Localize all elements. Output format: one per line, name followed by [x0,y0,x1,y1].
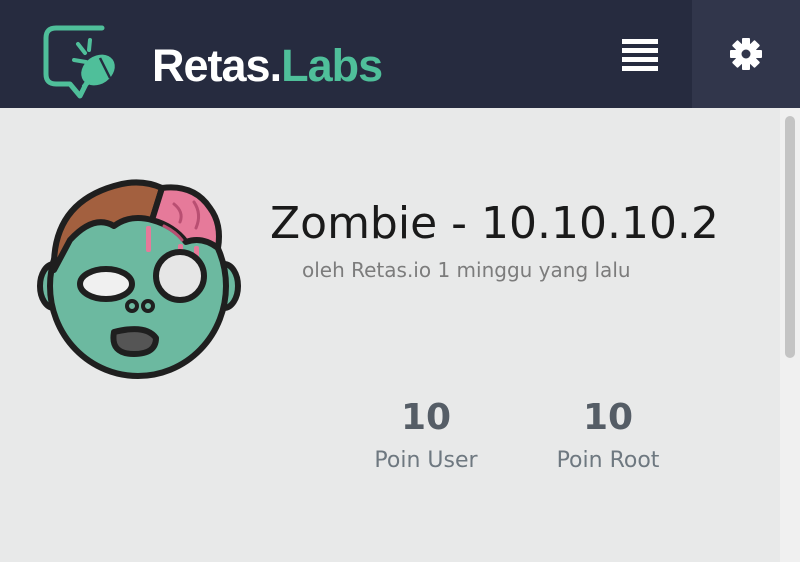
root-points-stat: 10 Poin Root [508,396,708,474]
app-window: Retas.Labs Zombie - 10.10.10.2 oleh Reta… [0,0,800,562]
root-points-label: Poin Root [556,448,660,473]
brand-accent-text: Labs [281,40,383,91]
bug-monitor-icon[interactable] [40,22,126,102]
scrollbar-thumb[interactable] [785,116,795,358]
user-points-value: 10 [400,397,452,438]
machine-title[interactable]: Zombie - 10.10.10.2 [270,196,719,252]
machine-card: Zombie - 10.10.10.2 oleh Retas.io 1 ming… [0,108,780,562]
settings-button[interactable] [692,0,800,108]
vertical-scrollbar[interactable] [780,108,800,562]
brand-logo[interactable]: Retas.Labs [152,38,383,94]
menu-button[interactable] [612,30,668,80]
user-points-label: Poin User [374,448,478,473]
user-points-stat: 10 Poin User [326,396,526,474]
root-points-value: 10 [582,397,634,438]
machine-author-date: oleh Retas.io 1 minggu yang lalu [302,258,631,282]
gear-icon [730,38,762,70]
brand-primary-text: Retas. [152,40,282,91]
top-navbar: Retas.Labs [0,0,800,108]
list-icon [622,39,658,71]
zombie-face-icon [37,179,241,379]
